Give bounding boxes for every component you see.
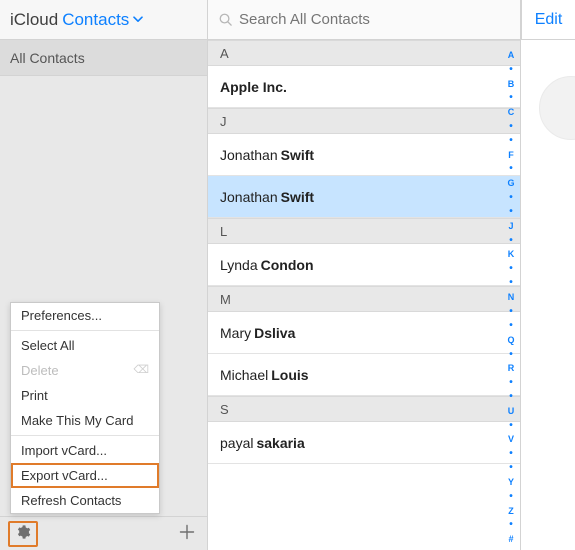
index-letter[interactable]: C: [508, 105, 515, 119]
contacts-picker-label: Contacts: [62, 10, 129, 30]
menu-item[interactable]: Refresh Contacts: [11, 488, 159, 513]
menu-item: Delete⌫: [11, 358, 159, 383]
menu-item[interactable]: Select All: [11, 333, 159, 358]
menu-item[interactable]: Export vCard...: [11, 463, 159, 488]
index-dot[interactable]: •: [509, 375, 513, 389]
contacts-picker[interactable]: Contacts: [62, 10, 143, 30]
index-letter[interactable]: N: [508, 290, 515, 304]
contact-name: Apple Inc.: [220, 79, 287, 95]
index-dot[interactable]: •: [509, 489, 513, 503]
index-letter[interactable]: A: [508, 48, 515, 62]
contact-row[interactable]: MichaelLouis: [208, 354, 520, 396]
index-letter[interactable]: V: [508, 432, 514, 446]
menu-item[interactable]: Import vCard...: [11, 438, 159, 463]
detail-body: [521, 40, 575, 550]
contact-first-name: Jonathan: [220, 147, 278, 163]
contact-last-name: Dsliva: [254, 325, 295, 341]
index-dot[interactable]: •: [509, 276, 513, 290]
sidebar-item-label: All Contacts: [10, 50, 85, 66]
sidebar: iCloud Contacts All Contacts Preferences…: [0, 0, 208, 550]
avatar-placeholder: [539, 76, 575, 140]
contact-row[interactable]: payalsakaria: [208, 422, 520, 464]
contact-row[interactable]: JonathanSwift: [208, 176, 520, 218]
section-header: L: [208, 218, 520, 244]
index-dot[interactable]: •: [509, 390, 513, 404]
index-dot[interactable]: •: [509, 518, 513, 532]
index-dot[interactable]: •: [509, 190, 513, 204]
index-letter[interactable]: #: [508, 532, 513, 546]
contact-first-name: Michael: [220, 367, 268, 383]
section-header: A: [208, 40, 520, 66]
contact-row[interactable]: Apple Inc.: [208, 66, 520, 108]
index-letter[interactable]: B: [508, 76, 515, 90]
contact-row[interactable]: LyndaCondon: [208, 244, 520, 286]
menu-separator: [11, 330, 159, 331]
index-letter[interactable]: Z: [508, 504, 514, 518]
contact-first-name: Mary: [220, 325, 251, 341]
delete-glyph-icon: ⌫: [133, 363, 149, 376]
search-input[interactable]: [239, 11, 512, 28]
gear-context-menu: Preferences... Select AllDelete⌫PrintMake…: [10, 302, 160, 514]
index-letter[interactable]: Q: [507, 333, 514, 347]
index-letter[interactable]: R: [508, 361, 515, 375]
chevron-down-icon: [133, 16, 143, 23]
index-dot[interactable]: •: [509, 304, 513, 318]
index-dot[interactable]: •: [509, 262, 513, 276]
sidebar-item-all-contacts[interactable]: All Contacts: [0, 40, 207, 76]
contacts-column: AApple Inc.JJonathanSwiftJonathanSwiftLL…: [208, 0, 521, 550]
index-dot[interactable]: •: [509, 162, 513, 176]
index-letter[interactable]: U: [508, 404, 515, 418]
alphabet-index[interactable]: A•B•C••F•G••J•K••N••Q•R••U•V••Y•Z•#: [505, 48, 517, 546]
search-bar: [208, 0, 520, 40]
plus-icon: [179, 524, 195, 543]
index-dot[interactable]: •: [509, 347, 513, 361]
index-dot[interactable]: •: [509, 447, 513, 461]
sidebar-footer: [0, 516, 207, 550]
index-dot[interactable]: •: [509, 418, 513, 432]
index-letter[interactable]: Y: [508, 475, 514, 489]
index-letter[interactable]: G: [507, 176, 514, 190]
index-dot[interactable]: •: [509, 119, 513, 133]
index-dot[interactable]: •: [509, 318, 513, 332]
contact-row[interactable]: JonathanSwift: [208, 134, 520, 176]
add-button[interactable]: [175, 522, 199, 546]
menu-item[interactable]: Preferences...: [11, 303, 159, 328]
section-header: S: [208, 396, 520, 422]
contact-first-name: Lynda: [220, 257, 258, 273]
search-icon: [218, 12, 233, 27]
contact-last-name: Condon: [261, 257, 314, 273]
index-letter[interactable]: K: [508, 247, 515, 261]
contact-last-name: sakaria: [256, 435, 304, 451]
app-root: iCloud Contacts All Contacts Preferences…: [0, 0, 575, 550]
contact-last-name: Swift: [281, 147, 314, 163]
brand-label: iCloud: [10, 10, 58, 30]
detail-header: Edit: [521, 0, 575, 40]
gear-icon: [15, 524, 31, 543]
contacts-list: AApple Inc.JJonathanSwiftJonathanSwiftLL…: [208, 40, 520, 550]
detail-column: Edit: [521, 0, 575, 550]
contact-first-name: payal: [220, 435, 253, 451]
menu-item[interactable]: Make This My Card: [11, 408, 159, 433]
index-dot[interactable]: •: [509, 62, 513, 76]
menu-separator: [11, 435, 159, 436]
contact-last-name: Louis: [271, 367, 308, 383]
index-letter[interactable]: J: [508, 219, 513, 233]
contact-first-name: Jonathan: [220, 189, 278, 205]
index-dot[interactable]: •: [509, 205, 513, 219]
contact-last-name: Swift: [281, 189, 314, 205]
gear-button[interactable]: [8, 521, 38, 547]
menu-item[interactable]: Print: [11, 383, 159, 408]
index-dot[interactable]: •: [509, 133, 513, 147]
index-dot[interactable]: •: [509, 461, 513, 475]
index-dot[interactable]: •: [509, 233, 513, 247]
edit-button[interactable]: Edit: [535, 11, 563, 29]
section-header: M: [208, 286, 520, 312]
section-header: J: [208, 108, 520, 134]
sidebar-header: iCloud Contacts: [0, 0, 207, 40]
index-letter[interactable]: F: [508, 148, 514, 162]
contact-row[interactable]: MaryDsliva: [208, 312, 520, 354]
index-dot[interactable]: •: [509, 91, 513, 105]
